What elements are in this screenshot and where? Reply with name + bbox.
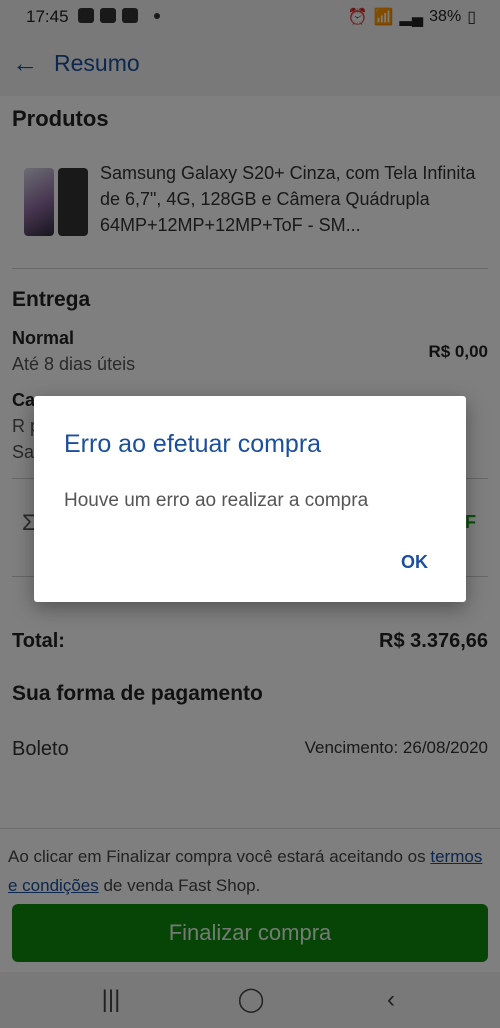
dialog-message: Houve um erro ao realizar a compra xyxy=(64,490,369,511)
error-dialog: Erro ao efetuar compra Houve um erro ao … xyxy=(34,396,466,602)
dialog-title: Erro ao efetuar compra xyxy=(64,430,322,458)
dialog-ok-button[interactable]: OK xyxy=(401,552,428,573)
